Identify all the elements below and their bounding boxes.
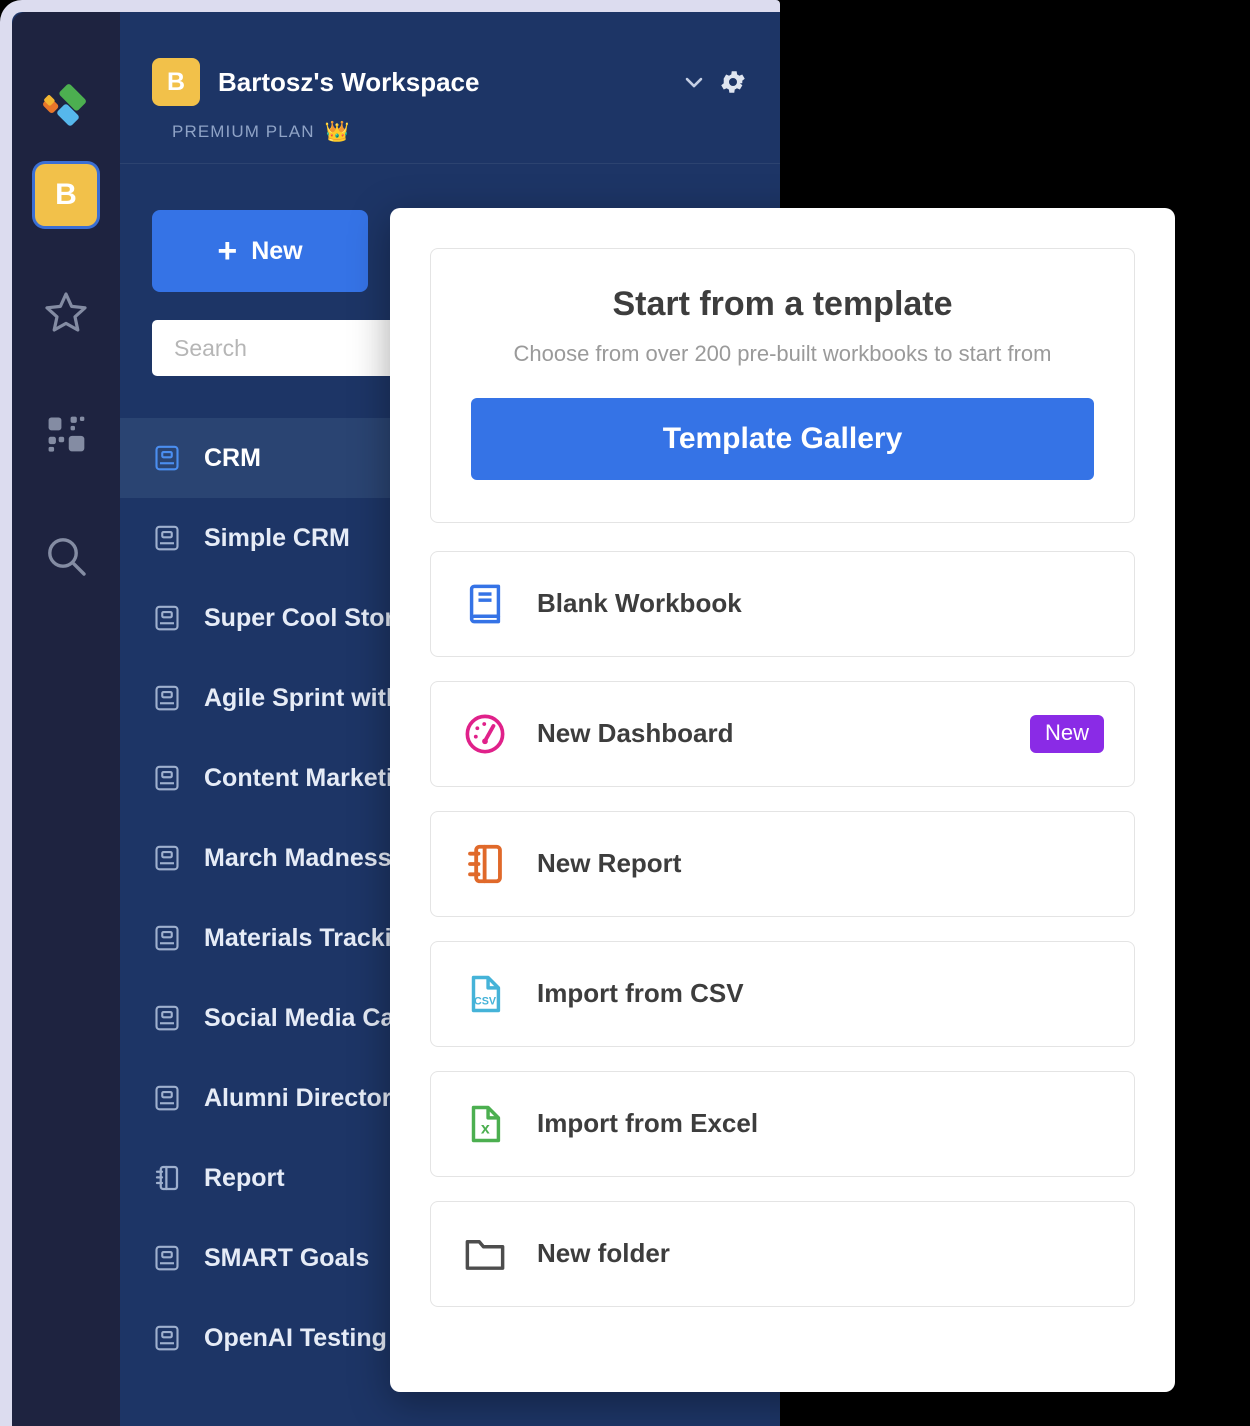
menu-row-import-from-excel[interactable]: x Import from Excel bbox=[430, 1070, 1135, 1177]
plan-label-row: PREMIUM PLAN 👑 bbox=[172, 122, 752, 142]
new-item-menu: Start from a template Choose from over 2… bbox=[390, 208, 1175, 1392]
template-subtitle: Choose from over 200 pre-built workbooks… bbox=[513, 341, 1052, 366]
template-gallery-button[interactable]: Template Gallery bbox=[471, 397, 1094, 480]
template-promo-card: Start from a template Choose from over 2… bbox=[430, 248, 1135, 523]
dashboard-gauge-icon bbox=[461, 710, 509, 758]
menu-row-label: Blank Workbook bbox=[537, 588, 742, 619]
plan-label: PREMIUM PLAN bbox=[172, 122, 315, 141]
workspace-list-item-label: Content Marketi bbox=[204, 763, 393, 792]
workspace-list-item-label: Super Cool Stor bbox=[204, 603, 395, 632]
workbook-icon bbox=[152, 523, 182, 553]
gear-icon[interactable] bbox=[718, 67, 752, 97]
menu-row-label: New Report bbox=[537, 848, 682, 879]
menu-row-new-dashboard[interactable]: New Dashboard New bbox=[430, 680, 1135, 787]
workbook-icon bbox=[152, 443, 182, 473]
workspace-list-item-label: Alumni Director bbox=[204, 1083, 392, 1112]
workspace-badge: B bbox=[152, 58, 200, 106]
menu-row-import-from-csv[interactable]: CSV Import from CSV bbox=[430, 940, 1135, 1047]
status-badge: New bbox=[1029, 714, 1104, 753]
workspace-list-item-label: CRM bbox=[204, 443, 261, 472]
workbook-icon bbox=[152, 843, 182, 873]
excel-file-icon: x bbox=[461, 1100, 509, 1148]
new-button[interactable]: + New bbox=[152, 210, 368, 292]
template-title: Start from a template bbox=[612, 285, 953, 323]
plus-icon: + bbox=[217, 232, 238, 270]
menu-row-label: New folder bbox=[537, 1238, 670, 1269]
crown-icon: 👑 bbox=[324, 121, 351, 143]
new-button-label: New bbox=[251, 236, 303, 265]
menu-row-new-report[interactable]: New Report bbox=[430, 810, 1135, 917]
menu-row-blank-workbook[interactable]: Blank Workbook bbox=[430, 550, 1135, 657]
folder-icon bbox=[461, 1230, 509, 1278]
csv-file-icon: CSV bbox=[461, 970, 509, 1018]
workspace-list-item-label: March Madness bbox=[204, 843, 392, 872]
workspace-list-item-label: OpenAI Testing bbox=[204, 1323, 387, 1352]
blank-workbook-icon bbox=[461, 580, 509, 628]
menu-row-label: New Dashboard bbox=[537, 718, 734, 749]
workbook-icon bbox=[152, 1003, 182, 1033]
report-icon bbox=[152, 1163, 182, 1193]
workbook-icon bbox=[152, 763, 182, 793]
workspace-list-item-label: SMART Goals bbox=[204, 1243, 370, 1272]
workspace-list-item-label: Materials Tracki bbox=[204, 923, 392, 952]
workspace-list-item-label: Report bbox=[204, 1163, 285, 1192]
svg-text:CSV: CSV bbox=[474, 995, 497, 1007]
menu-row-label: Import from CSV bbox=[537, 978, 744, 1009]
icon-rail: B bbox=[12, 12, 120, 1426]
search-icon[interactable] bbox=[38, 528, 94, 584]
star-icon[interactable] bbox=[38, 284, 94, 340]
brand-logo-icon bbox=[34, 74, 98, 138]
apps-grid-icon[interactable] bbox=[38, 406, 94, 462]
menu-row-list: Blank Workbook New Dashboard New New Report… bbox=[430, 550, 1135, 1307]
menu-row-label: Import from Excel bbox=[537, 1108, 759, 1139]
workbook-icon bbox=[152, 603, 182, 633]
workspace-list-item-label: Social Media Ca bbox=[204, 1003, 395, 1032]
menu-row-new-folder[interactable]: New folder bbox=[430, 1200, 1135, 1307]
workspace-list-item-label: Agile Sprint with bbox=[204, 683, 402, 712]
workbook-icon bbox=[152, 1243, 182, 1273]
workbook-icon bbox=[152, 1323, 182, 1353]
report-notebook-icon bbox=[461, 840, 509, 888]
workspace-list-item-label: Simple CRM bbox=[204, 523, 350, 552]
svg-text:x: x bbox=[481, 1119, 490, 1137]
rail-avatar[interactable]: B bbox=[35, 164, 97, 226]
chevron-down-icon[interactable] bbox=[680, 68, 718, 96]
workbook-icon bbox=[152, 1083, 182, 1113]
workspace-header: B Bartosz's Workspace PREMIUM PLAN 👑 bbox=[120, 12, 780, 164]
workbook-icon bbox=[152, 923, 182, 953]
workbook-icon bbox=[152, 683, 182, 713]
workspace-name: Bartosz's Workspace bbox=[218, 66, 480, 97]
